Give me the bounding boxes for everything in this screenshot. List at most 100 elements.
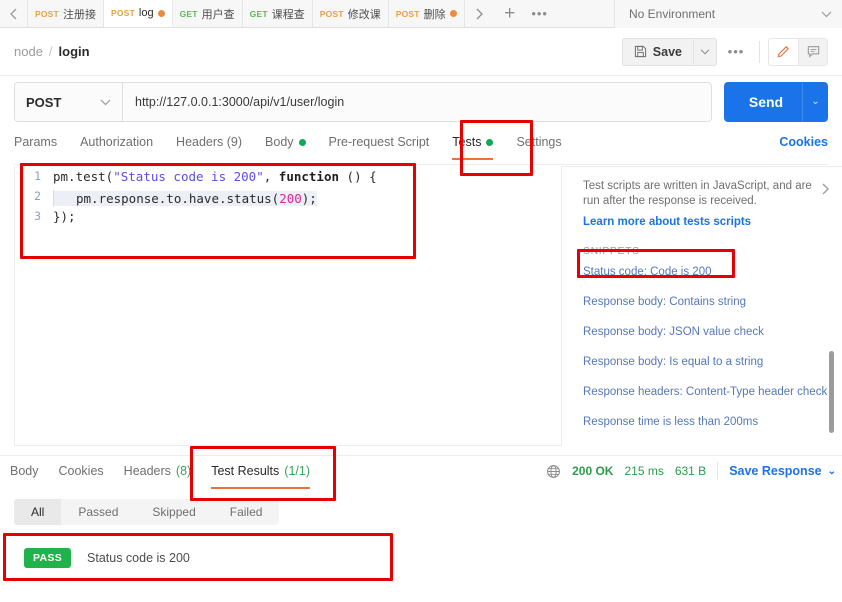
send-button[interactable]: Send ⌄ — [724, 82, 828, 122]
http-method-select[interactable]: POST — [14, 82, 122, 122]
request-tab[interactable]: POST 修改课 — [312, 0, 389, 27]
snippet-item-content-type-header[interactable]: Response headers: Content-Type header ch… — [562, 377, 842, 407]
chevron-left-icon — [10, 8, 17, 19]
tab-label: Tests — [452, 135, 482, 149]
tabs-scroll-right-button[interactable] — [465, 0, 495, 28]
response-tab-cookies[interactable]: Cookies — [59, 462, 104, 488]
postman-app: POST 注册接 POST log GET 用户查 GET 课程查 POST 修… — [0, 0, 842, 602]
tab-method: POST — [319, 8, 344, 19]
tab-label: Settings — [516, 135, 562, 149]
line-number: 1 — [34, 169, 41, 183]
tab-method: GET — [179, 8, 198, 19]
learn-more-link[interactable]: Learn more about tests scripts — [583, 216, 812, 228]
tab-settings[interactable]: Settings — [516, 133, 561, 159]
tab-label: Body — [10, 464, 39, 478]
snippet-item-json-value-check[interactable]: Response body: JSON value check — [562, 317, 842, 347]
save-response-label: Save Response — [729, 464, 822, 478]
chevron-down-icon — [100, 99, 111, 105]
tab-label: Cookies — [58, 464, 104, 478]
filter-passed[interactable]: Passed — [61, 499, 135, 525]
response-size: 631 B — [674, 464, 707, 478]
snippets-intro-text: Test scripts are written in JavaScript, … — [583, 180, 812, 207]
snippets-scrollbar-track[interactable] — [829, 167, 838, 446]
tab-label: Test Results — [211, 464, 280, 478]
chevron-right-icon — [476, 8, 484, 19]
tab-label: Pre-request Script — [328, 135, 430, 149]
tab-label: Headers (9) — [176, 135, 243, 149]
request-header: node / login Save ••• — [0, 28, 842, 76]
tab-headers[interactable]: Headers (9) — [176, 133, 242, 159]
globe-icon — [547, 464, 561, 478]
response-section-tabs: Body Cookies Headers (8) Test Results (1… — [10, 462, 842, 492]
snippets-intro: Test scripts are written in JavaScript, … — [562, 167, 842, 228]
tab-pre-request-script[interactable]: Pre-request Script — [329, 133, 430, 159]
tabs-scroll-left-button[interactable] — [0, 0, 28, 27]
unsaved-dot-icon — [157, 9, 165, 17]
send-options-caret[interactable]: ⌄ — [802, 82, 828, 122]
environment-selector[interactable]: No Environment — [614, 0, 842, 28]
tab-label: 用户查 — [201, 8, 235, 21]
tab-bar-more-button[interactable]: ••• — [525, 0, 555, 28]
tests-script-editor[interactable]: 1 pm.test("Status code is 200", function… — [14, 166, 562, 446]
code-content: }); — [53, 208, 76, 224]
request-tab[interactable]: GET 课程查 — [242, 0, 313, 27]
filter-skipped[interactable]: Skipped — [135, 499, 212, 525]
url-bar: POST http://127.0.0.1:3000/api/v1/user/l… — [14, 82, 828, 122]
breadcrumb-parent[interactable]: node — [14, 44, 43, 59]
code-keyword-token: function — [278, 168, 340, 184]
tab-method: POST — [110, 8, 135, 18]
tab-authorization[interactable]: Authorization — [80, 133, 153, 159]
snippet-item-contains-string[interactable]: Response body: Contains string — [562, 287, 842, 317]
unsaved-dot-icon — [449, 10, 457, 17]
pane-divider[interactable] — [0, 455, 842, 456]
response-tab-body[interactable]: Body — [10, 462, 39, 488]
response-time: 215 ms — [624, 464, 664, 478]
tab-tests[interactable]: Tests — [452, 133, 494, 160]
code-token: ); — [301, 190, 317, 206]
tab-method: GET — [249, 8, 268, 19]
tab-params[interactable]: Params — [14, 133, 57, 159]
chevron-down-icon — [821, 11, 832, 17]
tab-label: log — [138, 7, 154, 19]
http-method-value: POST — [26, 94, 62, 110]
code-content: pm.test("Status code is 200", function (… — [53, 169, 377, 184]
request-tab-active[interactable]: POST log — [103, 0, 173, 27]
tab-label: Body — [265, 135, 294, 149]
line-number: 3 — [34, 209, 41, 223]
tab-method: POST — [395, 8, 420, 19]
tab-body[interactable]: Body — [265, 133, 306, 159]
save-options-button[interactable] — [693, 37, 717, 66]
snippets-scrollbar-thumb[interactable] — [829, 351, 834, 433]
request-tab[interactable]: POST 删除 — [388, 0, 465, 27]
snippets-panel: Test scripts are written in JavaScript, … — [562, 166, 842, 446]
cookies-link[interactable]: Cookies — [779, 133, 828, 151]
response-tab-headers[interactable]: Headers (8) — [124, 462, 192, 488]
save-response-button[interactable]: Save Response ⌄ — [729, 464, 836, 478]
test-result-filters: All Passed Skipped Failed — [14, 499, 280, 525]
pencil-icon — [777, 46, 789, 58]
request-url-input[interactable]: http://127.0.0.1:3000/api/v1/user/login — [122, 82, 712, 122]
test-result-name: Status code is 200 — [87, 551, 190, 565]
request-tab[interactable]: GET 用户查 — [172, 0, 243, 27]
filter-all[interactable]: All — [14, 499, 62, 525]
meta-divider — [717, 462, 719, 480]
request-tab[interactable]: POST 注册接 — [28, 0, 104, 27]
collapse-panel-button[interactable] — [821, 183, 830, 195]
send-button-label: Send — [748, 94, 784, 110]
comment-button[interactable] — [798, 37, 828, 66]
edit-request-button[interactable] — [768, 37, 798, 66]
response-tab-test-results[interactable]: Test Results (1/1) — [211, 462, 310, 489]
tests-active-dot-icon — [486, 138, 494, 146]
save-floppy-icon — [634, 45, 646, 58]
request-tab-bar: POST 注册接 POST log GET 用户查 GET 课程查 POST 修… — [0, 0, 842, 28]
chevron-down-icon: ⌄ — [827, 465, 836, 477]
filter-failed[interactable]: Failed — [213, 499, 280, 525]
environment-label: No Environment — [629, 7, 716, 21]
new-tab-button[interactable]: + — [495, 0, 525, 28]
snippet-item-response-time[interactable]: Response time is less than 200ms — [562, 407, 842, 437]
header-more-button[interactable]: ••• — [721, 38, 751, 66]
snippet-item-status-code-200[interactable]: Status code: Code is 200 — [562, 257, 842, 287]
snippet-item-successful-post[interactable]: Status code: Successful POST request — [562, 437, 842, 446]
save-button[interactable]: Save — [621, 37, 693, 66]
snippet-item-equal-to-string[interactable]: Response body: Is equal to a string — [562, 347, 842, 377]
